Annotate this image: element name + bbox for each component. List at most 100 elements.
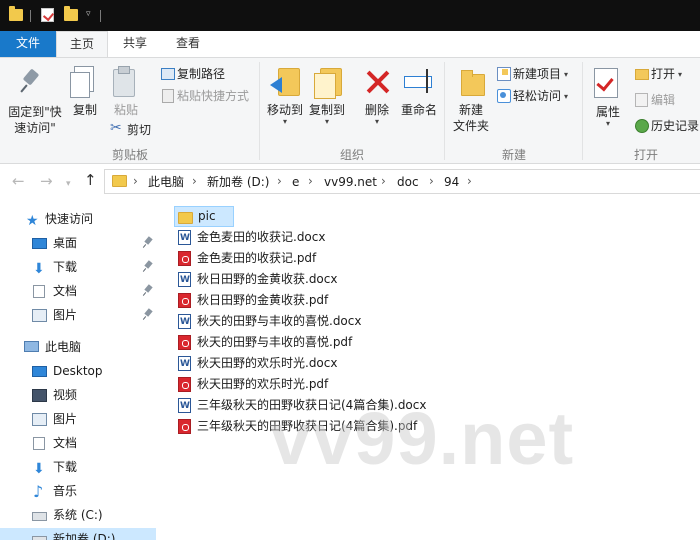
breadcrumb-doc[interactable]: doc xyxy=(397,175,419,189)
file-item-docx[interactable]: 金色麦田的收获记.docx xyxy=(174,227,331,248)
copy-path-button[interactable]: 复制路径 xyxy=(160,66,225,82)
documents-icon xyxy=(33,437,45,450)
pin-to-quick-access-button[interactable]: 固定到"快 速访问" xyxy=(4,68,66,136)
nav-quick-downloads[interactable]: 下载 xyxy=(0,256,156,280)
nav-pc-desktop[interactable]: Desktop xyxy=(0,360,156,383)
word-document-icon xyxy=(178,312,191,332)
file-item-pdf[interactable]: 秋天的田野与丰收的喜悦.pdf xyxy=(174,332,358,353)
nav-pc-drive-d[interactable]: 新加卷 (D:) xyxy=(0,528,156,540)
nav-quick-access[interactable]: 快速访问 xyxy=(0,208,156,232)
nav-pc-music[interactable]: 音乐 xyxy=(0,480,156,503)
pdf-icon xyxy=(178,335,191,350)
nav-pc-downloads[interactable]: 下载 xyxy=(0,456,156,480)
copy-to-button[interactable]: 复制到 ▾ xyxy=(306,66,348,126)
open-button[interactable]: 打开 ▾ xyxy=(634,66,682,83)
nav-quick-documents[interactable]: 文档 xyxy=(0,280,156,303)
folder-icon xyxy=(178,212,193,224)
forward-icon[interactable]: → xyxy=(40,173,53,189)
history-icon xyxy=(634,118,649,133)
breadcrumb-separator: › xyxy=(133,174,138,188)
back-icon[interactable]: ← xyxy=(12,173,25,189)
new-folder-quick-icon[interactable] xyxy=(64,6,78,21)
nav-label: 快速访问 xyxy=(45,212,94,226)
file-item-docx[interactable]: 秋天田野的欢乐时光.docx xyxy=(174,353,343,374)
file-item-pdf[interactable]: 三年级秋天的田野收获日记(4篇合集).pdf xyxy=(174,416,423,437)
pin-icon xyxy=(20,68,50,100)
delete-label: 删除 xyxy=(364,103,389,117)
nav-quick-pictures[interactable]: 图片 xyxy=(0,304,156,327)
tab-home[interactable]: 主页 xyxy=(56,31,108,58)
paste-button[interactable]: 粘贴 xyxy=(108,66,144,118)
edit-button[interactable]: 编辑 xyxy=(634,92,675,108)
pin-icon xyxy=(144,261,152,272)
properties-button[interactable]: 属性 ▾ xyxy=(588,68,628,128)
paste-shortcut-icon xyxy=(160,88,174,103)
word-document-icon xyxy=(178,396,191,416)
edit-label: 编辑 xyxy=(651,93,676,107)
move-to-button[interactable]: 移动到 ▾ xyxy=(264,66,306,126)
new-folder-label-line1: 新建 xyxy=(458,103,483,117)
open-label: 打开 xyxy=(651,67,676,81)
file-item-docx[interactable]: 秋日田野的金黄收获.docx xyxy=(174,269,343,290)
pictures-icon xyxy=(32,413,47,426)
ribbon-tabs: 文件 主页 共享 查看 xyxy=(0,31,700,58)
file-item-docx[interactable]: 三年级秋天的田野收获日记(4篇合集).docx xyxy=(174,395,432,416)
nav-label: 图片 xyxy=(53,308,78,322)
new-item-button[interactable]: 新建项目 ▾ xyxy=(496,66,568,83)
word-document-icon xyxy=(178,354,191,374)
move-to-icon xyxy=(270,66,300,98)
tab-view[interactable]: 查看 xyxy=(162,31,214,57)
new-folder-button[interactable]: 新建 文件夹 xyxy=(450,66,492,134)
paste-label: 粘贴 xyxy=(113,103,138,117)
pin-icon xyxy=(144,285,152,296)
chevron-down-icon: ▾ xyxy=(564,70,569,79)
easy-access-button[interactable]: 轻松访问 ▾ xyxy=(496,88,568,105)
nav-pc-videos[interactable]: 视频 xyxy=(0,384,156,407)
up-icon[interactable]: ↑ xyxy=(84,172,97,188)
chevron-down-icon: ▾ xyxy=(678,70,683,79)
rename-button[interactable]: 重命名 xyxy=(398,66,440,118)
folder-icon xyxy=(112,175,127,187)
word-document-icon xyxy=(178,228,191,248)
breadcrumb-this-pc[interactable]: 此电脑 xyxy=(148,175,184,189)
file-item-pdf[interactable]: 秋日田野的金黄收获.pdf xyxy=(174,290,334,311)
copy-button[interactable]: 复制 xyxy=(68,66,102,118)
nav-pc-pictures[interactable]: 图片 xyxy=(0,408,156,431)
file-item-folder[interactable]: pic xyxy=(174,206,234,227)
file-name: 秋天的田野与丰收的喜悦.pdf xyxy=(197,335,353,349)
file-item-pdf[interactable]: 秋天田野的欢乐时光.pdf xyxy=(174,374,334,395)
pdf-icon xyxy=(178,377,191,392)
file-name: 秋日田野的金黄收获.pdf xyxy=(197,293,329,307)
breadcrumb-drive-d[interactable]: 新加卷 (D:) xyxy=(207,175,269,189)
breadcrumb-94[interactable]: 94 xyxy=(444,175,459,189)
move-to-label: 移动到 xyxy=(266,103,303,117)
pdf-icon xyxy=(178,251,191,266)
breadcrumb-vv99[interactable]: vv99.net xyxy=(324,175,377,189)
paste-shortcut-button[interactable]: 粘贴快捷方式 xyxy=(160,88,249,104)
nav-label: 图片 xyxy=(53,412,78,426)
copy-to-label: 复制到 xyxy=(308,103,345,117)
cut-button[interactable]: 剪切 xyxy=(110,120,151,138)
star-icon xyxy=(26,210,41,232)
nav-this-pc[interactable]: 此电脑 xyxy=(0,336,156,359)
download-icon xyxy=(32,258,47,280)
file-name: 秋日田野的金黄收获.docx xyxy=(197,272,338,286)
delete-button[interactable]: 删除 ▾ xyxy=(360,66,394,126)
tab-file[interactable]: 文件 xyxy=(0,31,56,57)
nav-label: 文档 xyxy=(53,436,78,450)
address-input[interactable]: › 此电脑 › 新加卷 (D:) › e › vv99.net › doc › … xyxy=(104,169,700,194)
customize-quick-access-icon[interactable]: ▿ xyxy=(86,9,91,26)
properties-quick-icon[interactable] xyxy=(41,8,54,22)
nav-label: 文档 xyxy=(53,284,78,298)
ribbon: 固定到"快 速访问" 复制 粘贴 复制路径 粘贴快捷方式 剪切 剪贴板 移动到 … xyxy=(0,57,700,164)
edit-icon xyxy=(634,92,648,107)
nav-quick-desktop[interactable]: 桌面 xyxy=(0,232,156,255)
nav-pc-documents[interactable]: 文档 xyxy=(0,432,156,455)
nav-pc-drive-c[interactable]: 系统 (C:) xyxy=(0,504,156,527)
tab-share[interactable]: 共享 xyxy=(110,31,160,57)
history-button[interactable]: 历史记录 xyxy=(634,118,699,134)
recent-locations-icon[interactable]: ▾ xyxy=(66,176,71,192)
file-item-pdf[interactable]: 金色麦田的收获记.pdf xyxy=(174,248,322,269)
breadcrumb-e[interactable]: e xyxy=(292,175,299,189)
file-item-docx[interactable]: 秋天的田野与丰收的喜悦.docx xyxy=(174,311,367,332)
